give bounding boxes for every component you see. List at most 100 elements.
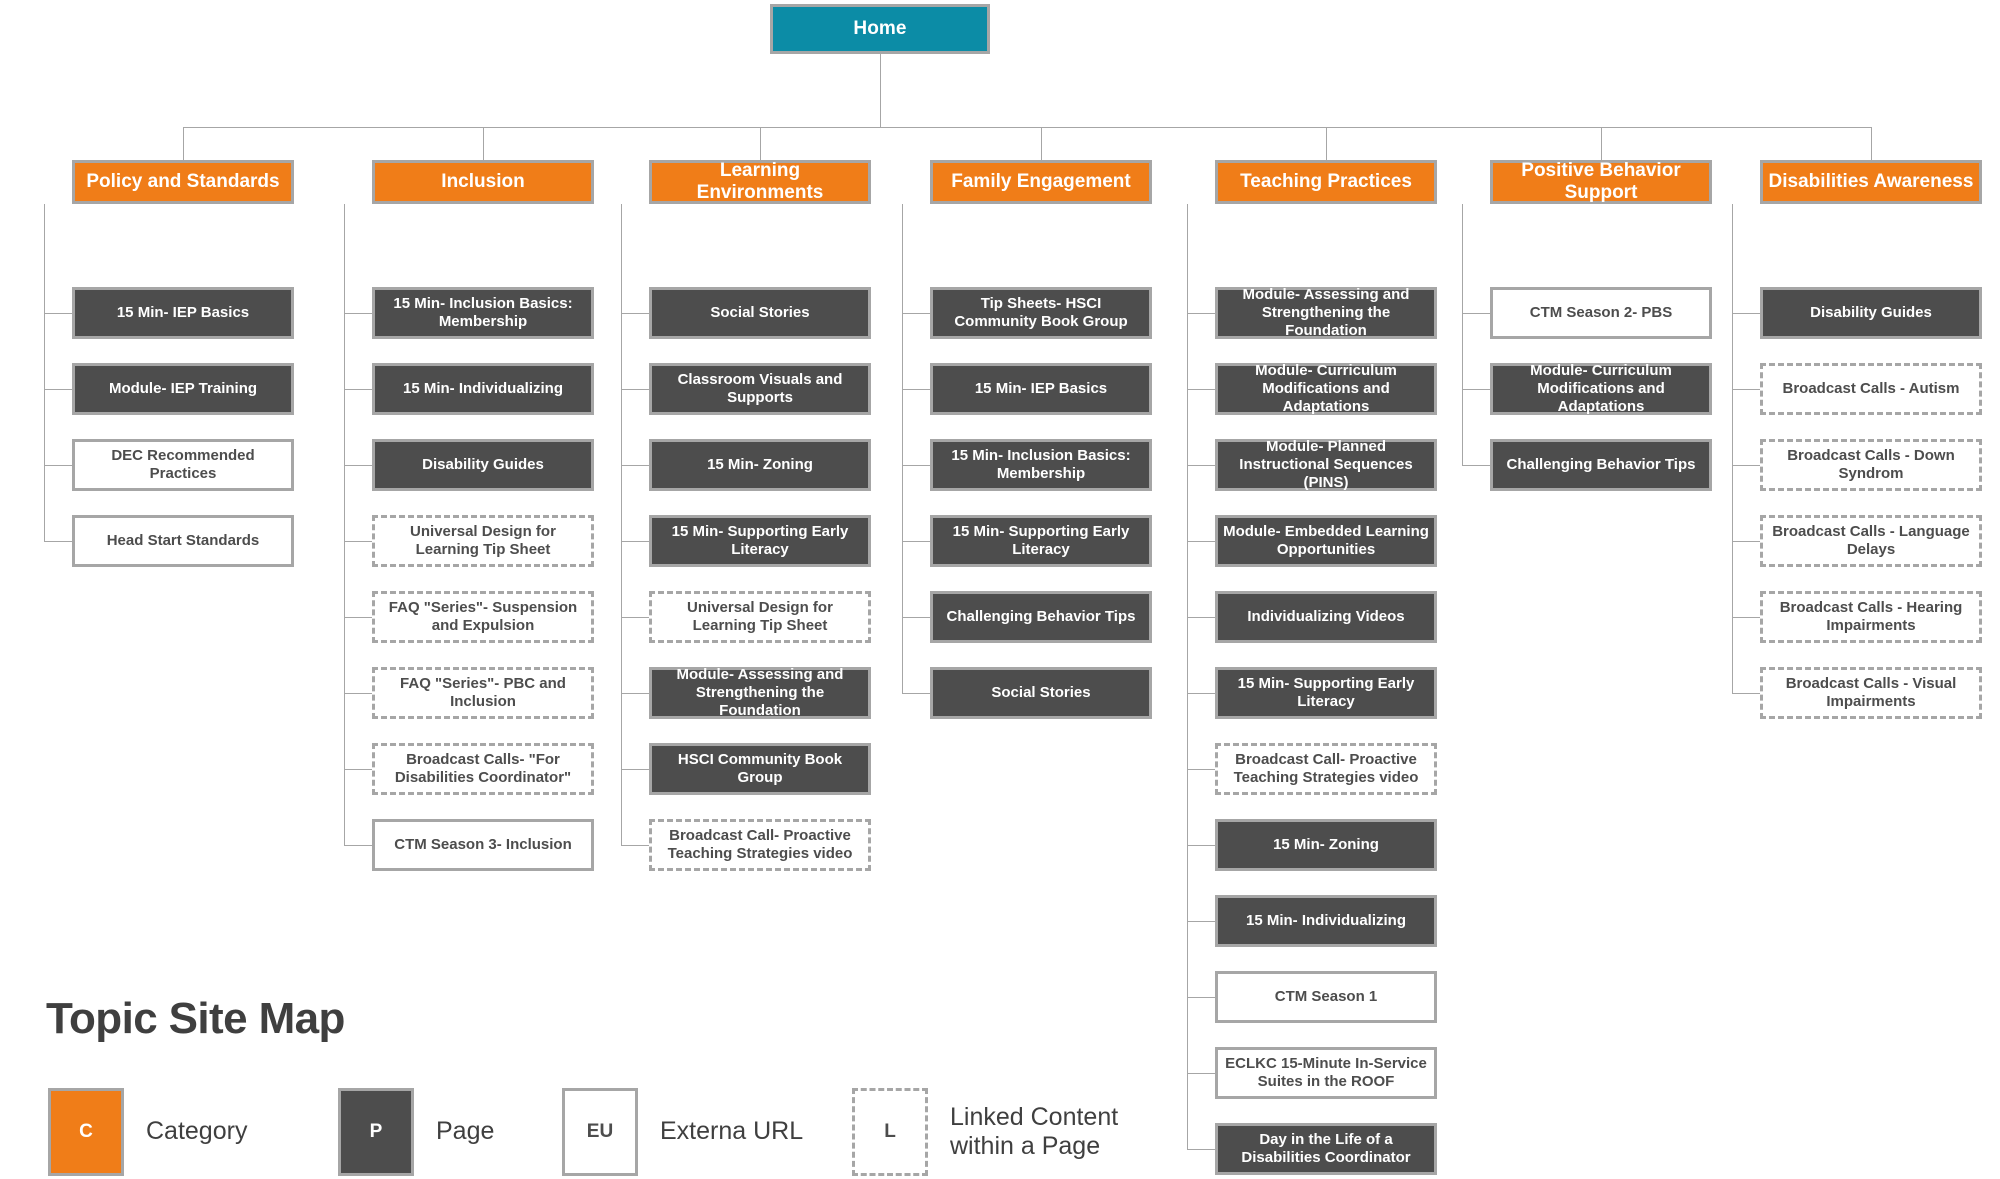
connector-line-horizontal	[1462, 313, 1490, 314]
category-header-positive-behavior-support[interactable]: Positive Behavior Support	[1490, 160, 1712, 204]
connector-line-horizontal	[344, 617, 372, 618]
connector-line-horizontal	[1462, 389, 1490, 390]
node-eu[interactable]: DEC Recommended Practices	[72, 439, 294, 491]
node-linked[interactable]: Broadcast Call- Proactive Teaching Strat…	[649, 819, 871, 871]
connector-line-horizontal	[621, 769, 649, 770]
node-linked[interactable]: Universal Design for Learning Tip Sheet	[372, 515, 594, 567]
node-page[interactable]: 15 Min- IEP Basics	[72, 287, 294, 339]
connector-line-horizontal	[621, 617, 649, 618]
connector-line-vertical	[1041, 127, 1042, 160]
connector-line-horizontal	[44, 541, 72, 542]
connector-line-vertical	[1187, 204, 1188, 1149]
node-linked[interactable]: Broadcast Calls - Hearing Impairments	[1760, 591, 1982, 643]
node-page[interactable]: Day in the Life of a Disabilities Coordi…	[1215, 1123, 1437, 1175]
node-linked[interactable]: Broadcast Calls - Language Delays	[1760, 515, 1982, 567]
node-page[interactable]: 15 Min- IEP Basics	[930, 363, 1152, 415]
connector-line-vertical	[880, 54, 881, 127]
node-page[interactable]: Individualizing Videos	[1215, 591, 1437, 643]
node-linked[interactable]: Broadcast Calls - Autism	[1760, 363, 1982, 415]
connector-line-horizontal	[344, 541, 372, 542]
node-linked[interactable]: FAQ "Series"- PBC and Inclusion	[372, 667, 594, 719]
node-page[interactable]: 15 Min- Supporting Early Literacy	[1215, 667, 1437, 719]
legend-item-category: C Category	[48, 1088, 247, 1176]
node-page[interactable]: Module- Curriculum Modifications and Ada…	[1490, 362, 1712, 415]
connector-line-horizontal	[344, 389, 372, 390]
node-page[interactable]: Social Stories	[930, 667, 1152, 719]
connector-line-horizontal	[621, 541, 649, 542]
node-page[interactable]: Social Stories	[649, 287, 871, 339]
node-page[interactable]: 15 Min- Inclusion Basics: Membership	[372, 287, 594, 339]
connector-line-vertical	[183, 127, 184, 160]
legend-swatch-page: P	[338, 1088, 414, 1176]
legend-label-category: Category	[146, 1117, 248, 1146]
node-linked[interactable]: Broadcast Call- Proactive Teaching Strat…	[1215, 743, 1437, 795]
category-header-learning-environments[interactable]: Learning Environments	[649, 160, 871, 204]
connector-line-horizontal	[1187, 313, 1215, 314]
connector-line-vertical	[1326, 127, 1327, 160]
node-linked[interactable]: Broadcast Calls - Down Syndrom	[1760, 439, 1982, 491]
node-page[interactable]: 15 Min- Inclusion Basics: Membership	[930, 439, 1152, 491]
node-linked[interactable]: FAQ "Series"- Suspension and Expulsion	[372, 591, 594, 643]
node-page[interactable]: Module- Assessing and Strengthening the …	[649, 666, 871, 719]
connector-line-vertical	[760, 127, 761, 160]
node-page[interactable]: Disability Guides	[372, 439, 594, 491]
node-page[interactable]: Challenging Behavior Tips	[1490, 439, 1712, 491]
node-page[interactable]: Module- Embedded Learning Opportunities	[1215, 515, 1437, 567]
category-header-policy-and-standards[interactable]: Policy and Standards	[72, 160, 294, 204]
connector-line-horizontal	[1187, 921, 1215, 922]
connector-line-horizontal	[1462, 465, 1490, 466]
connector-line-horizontal	[1732, 389, 1760, 390]
node-page[interactable]: 15 Min- Supporting Early Literacy	[930, 515, 1152, 567]
node-page[interactable]: HSCI Community Book Group	[649, 743, 871, 795]
connector-line-horizontal	[621, 389, 649, 390]
node-page[interactable]: 15 Min- Zoning	[649, 439, 871, 491]
node-eu[interactable]: CTM Season 3- Inclusion	[372, 819, 594, 871]
connector-line-vertical	[344, 204, 345, 845]
node-linked[interactable]: Broadcast Calls - Visual Impairments	[1760, 667, 1982, 719]
node-page[interactable]: Classroom Visuals and Supports	[649, 363, 871, 415]
connector-line-horizontal	[1187, 693, 1215, 694]
node-page[interactable]: Tip Sheets- HSCI Community Book Group	[930, 287, 1152, 339]
node-page[interactable]: Challenging Behavior Tips	[930, 591, 1152, 643]
connector-line-horizontal	[1732, 313, 1760, 314]
category-header-teaching-practices[interactable]: Teaching Practices	[1215, 160, 1437, 204]
connector-line-vertical	[1871, 127, 1872, 160]
connector-line-vertical	[44, 204, 45, 541]
connector-line-horizontal	[621, 313, 649, 314]
legend-swatch-linked: L	[852, 1088, 928, 1176]
node-page[interactable]: 15 Min- Individualizing	[372, 363, 594, 415]
node-page[interactable]: Disability Guides	[1760, 287, 1982, 339]
node-eu[interactable]: Head Start Standards	[72, 515, 294, 567]
node-linked[interactable]: Broadcast Calls- "For Disabilities Coord…	[372, 743, 594, 795]
connector-line-horizontal	[1187, 845, 1215, 846]
node-page[interactable]: Module- Assessing and Strengthening the …	[1215, 286, 1437, 339]
connector-line-horizontal	[1732, 693, 1760, 694]
node-page[interactable]: 15 Min- Individualizing	[1215, 895, 1437, 947]
node-eu[interactable]: CTM Season 1	[1215, 971, 1437, 1023]
connector-line-horizontal	[902, 465, 930, 466]
node-eu[interactable]: ECLKC 15-Minute In-Service Suites in the…	[1215, 1047, 1437, 1099]
category-header-family-engagement[interactable]: Family Engagement	[930, 160, 1152, 204]
page-title: Topic Site Map	[46, 994, 345, 1043]
node-page[interactable]: 15 Min- Zoning	[1215, 819, 1437, 871]
legend-item-linked: L Linked Content within a Page	[852, 1088, 1118, 1176]
connector-line-horizontal	[1187, 1073, 1215, 1074]
node-page[interactable]: Module- IEP Training	[72, 363, 294, 415]
legend-swatch-category: C	[48, 1088, 124, 1176]
node-eu[interactable]: CTM Season 2- PBS	[1490, 287, 1712, 339]
category-header-disabilities-awareness[interactable]: Disabilities Awareness	[1760, 160, 1982, 204]
connector-line-horizontal	[1187, 769, 1215, 770]
node-page[interactable]: 15 Min- Supporting Early Literacy	[649, 515, 871, 567]
legend-swatch-eu: EU	[562, 1088, 638, 1176]
connector-line-horizontal	[44, 313, 72, 314]
node-page[interactable]: Module- Curriculum Modifications and Ada…	[1215, 362, 1437, 415]
home-node[interactable]: Home	[770, 4, 990, 54]
node-linked[interactable]: Universal Design for Learning Tip Sheet	[649, 591, 871, 643]
connector-line-horizontal	[621, 845, 649, 846]
node-page[interactable]: Module- Planned Instructional Sequences …	[1215, 438, 1437, 491]
legend-label-eu: Externa URL	[660, 1117, 804, 1146]
connector-line-horizontal	[1187, 389, 1215, 390]
connector-line-horizontal	[902, 313, 930, 314]
legend-label-linked: Linked Content within a Page	[950, 1102, 1119, 1161]
category-header-inclusion[interactable]: Inclusion	[372, 160, 594, 204]
